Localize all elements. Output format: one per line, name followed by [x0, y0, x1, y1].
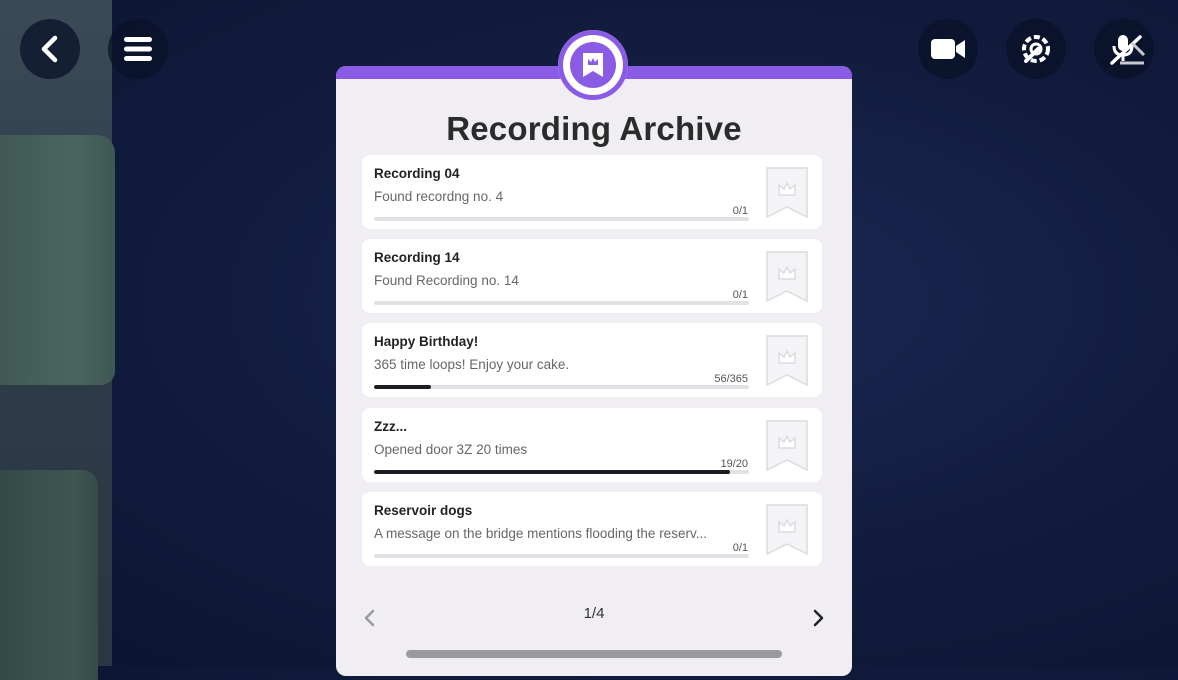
back-button[interactable]: [20, 19, 80, 79]
settings-button[interactable]: [1006, 19, 1066, 79]
video-camera-icon: [931, 39, 965, 59]
page-indicator: 1/4: [583, 605, 605, 622]
achievement-progress-bar: [374, 385, 749, 389]
achievement-count: 0/1: [732, 289, 748, 301]
back-chevron-icon: [41, 35, 58, 63]
achievement-card[interactable]: Happy Birthday! 365 time loops! Enjoy you…: [362, 323, 822, 397]
ribbon-crown-icon: [766, 251, 808, 303]
ribbon-crown-icon: [766, 335, 808, 387]
achievement-description: Found Recording no. 14: [374, 273, 519, 288]
achievement-progress-bar: [374, 217, 749, 221]
achievement-progress-bar: [374, 470, 749, 474]
achievement-title: Zzz...: [374, 419, 407, 434]
achievement-progress-fill: [374, 385, 432, 389]
achievement-description: 365 time loops! Enjoy your cake.: [374, 357, 570, 372]
background-furniture: [0, 135, 115, 385]
achievement-progress-fill: [374, 470, 731, 474]
background-furniture-lower: [0, 470, 98, 680]
achievement-count: 0/1: [732, 542, 748, 554]
achievement-title: Recording 14: [374, 250, 460, 265]
achievement-card[interactable]: Recording 14 Found Recording no. 14 0/1: [362, 239, 822, 313]
ribbon-crown-icon: [766, 167, 808, 219]
mute-button[interactable]: [1094, 19, 1154, 79]
achievement-card[interactable]: Reservoir dogs A message on the bridge me…: [362, 492, 822, 566]
recording-archive-panel: Recording Archive Recording 04 Found reco…: [336, 66, 852, 676]
panel-title: Recording Archive: [446, 110, 742, 147]
achievement-card[interactable]: Zzz... Opened door 3Z 20 times 19/20: [362, 408, 822, 482]
camera-button[interactable]: [918, 19, 978, 79]
scrollbar-thumb[interactable]: [406, 650, 782, 658]
achievement-title: Happy Birthday!: [374, 334, 479, 349]
achievement-title: Recording 04: [374, 166, 460, 181]
ribbon-crown-icon: [766, 420, 808, 472]
achievement-description: Opened door 3Z 20 times: [374, 442, 528, 457]
achievement-description: Found recordng no. 4: [374, 189, 504, 204]
ribbon-crown-icon: [766, 504, 808, 556]
achievement-card[interactable]: Recording 04 Found recordng no. 4 0/1: [362, 155, 822, 229]
achievement-title: Reservoir dogs: [374, 503, 473, 518]
next-page-button[interactable]: [808, 606, 828, 630]
menu-icon: [124, 37, 152, 61]
settings-wrench-icon: [1022, 35, 1050, 63]
achievement-progress-bar: [374, 554, 749, 558]
archive-badge: [558, 30, 628, 100]
achievement-count: 56/365: [714, 373, 748, 385]
microphone-muted-icon: [1110, 35, 1146, 65]
achievement-count: 19/20: [720, 458, 748, 470]
achievement-count: 0/1: [732, 205, 748, 217]
achievement-description: A message on the bridge mentions floodin…: [374, 526, 707, 541]
bookmark-crown-icon: [583, 53, 603, 77]
menu-button[interactable]: [108, 19, 168, 79]
achievement-progress-bar: [374, 301, 749, 305]
